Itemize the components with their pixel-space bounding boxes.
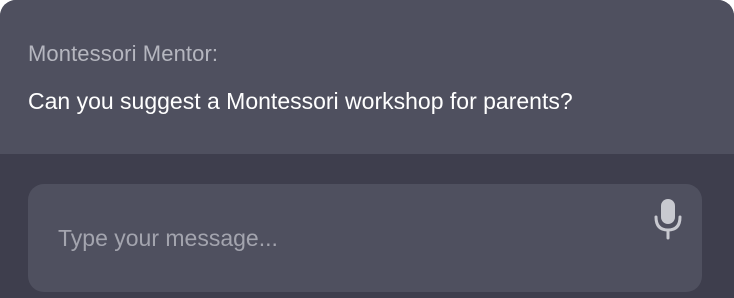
sender-name: Montessori Mentor: — [28, 41, 219, 66]
message-text: Can you suggest a Montessori workshop fo… — [28, 88, 573, 114]
message-input-box[interactable] — [28, 184, 702, 292]
message-area: Montessori Mentor: Can you suggest a Mon… — [0, 0, 734, 154]
microphone-button[interactable] — [652, 198, 684, 240]
chat-window: Montessori Mentor: Can you suggest a Mon… — [0, 0, 734, 298]
microphone-icon — [654, 199, 682, 240]
message-input[interactable] — [58, 218, 618, 258]
input-area — [0, 154, 734, 298]
